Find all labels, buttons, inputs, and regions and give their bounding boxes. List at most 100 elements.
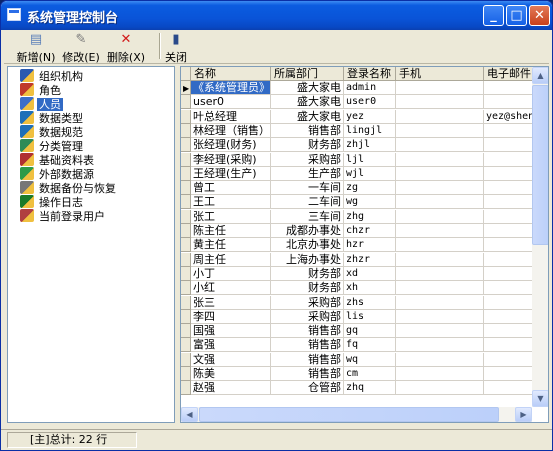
cell-login[interactable]: xd xyxy=(344,266,396,281)
cell-phone[interactable] xyxy=(396,252,484,267)
minimize-button[interactable]: _ xyxy=(483,5,504,26)
cell-phone[interactable] xyxy=(396,338,484,353)
cell-name[interactable]: 陈主任 xyxy=(191,224,271,238)
cell-dept[interactable]: 采购部 xyxy=(271,152,344,167)
cell-login[interactable]: gq xyxy=(344,324,396,339)
cell-phone[interactable] xyxy=(396,209,484,224)
delete-button[interactable]: ✕ 删除(X) xyxy=(106,32,146,65)
cell-phone[interactable] xyxy=(396,266,484,281)
cell-dept[interactable]: 销售部 xyxy=(271,324,344,339)
cell-phone[interactable] xyxy=(396,224,484,238)
cell-login[interactable]: wg xyxy=(344,195,396,210)
cell-name[interactable]: 陈美 xyxy=(191,367,271,381)
cell-login[interactable]: cm xyxy=(344,367,396,381)
cell-phone[interactable] xyxy=(396,95,484,110)
cell-login[interactable]: xh xyxy=(344,281,396,296)
tree-item-8[interactable]: 外部数据源 xyxy=(20,167,96,181)
cell-name[interactable]: 李四 xyxy=(191,309,271,324)
cell-name[interactable]: 富强 xyxy=(191,338,271,353)
cell-name[interactable]: 黄主任 xyxy=(191,238,271,253)
cell-dept[interactable]: 财务部 xyxy=(271,281,344,296)
cell-name[interactable]: 曾工 xyxy=(191,181,271,196)
cell-dept[interactable]: 上海办事处 xyxy=(271,252,344,267)
cell-dept[interactable]: 财务部 xyxy=(271,266,344,281)
cell-login[interactable]: zhzr xyxy=(344,252,396,267)
tree-item-6[interactable]: 分类管理 xyxy=(20,139,85,153)
cell-login[interactable]: wjl xyxy=(344,166,396,181)
navigation-tree[interactable]: 组织机构 角色 人员 数据类型 数据规范 分类管理 基础资料表 外部数据源 数据备份与恢复 操作日… xyxy=(7,66,175,423)
cell-name[interactable]: 国强 xyxy=(191,324,271,339)
cell-login[interactable]: lis xyxy=(344,309,396,324)
cell-name[interactable]: 林经理（销售） xyxy=(191,123,271,138)
cell-dept[interactable]: 三车间 xyxy=(271,209,344,224)
cell-name[interactable]: 王工 xyxy=(191,195,271,210)
cell-login[interactable]: admin xyxy=(344,81,396,95)
cell-name[interactable]: 李经理(采购) xyxy=(191,152,271,167)
cell-login[interactable]: zhjl xyxy=(344,138,396,153)
cell-phone[interactable] xyxy=(396,295,484,310)
cell-dept[interactable]: 采购部 xyxy=(271,309,344,324)
tree-item-11[interactable]: 当前登录用户 xyxy=(20,209,107,223)
tree-item-7[interactable]: 基础资料表 xyxy=(20,153,96,167)
cell-login[interactable]: zhg xyxy=(344,209,396,224)
close-button[interactable]: ▮ 关闭 xyxy=(162,32,190,65)
cell-dept[interactable]: 一车间 xyxy=(271,181,344,196)
cell-login[interactable]: yez xyxy=(344,109,396,124)
cell-dept[interactable]: 财务部 xyxy=(271,138,344,153)
cell-phone[interactable] xyxy=(396,309,484,324)
column-header[interactable]: 登录名称 xyxy=(344,67,396,81)
tree-item-10[interactable]: 操作日志 xyxy=(20,195,85,209)
column-header[interactable]: 名称 xyxy=(191,67,271,81)
column-header[interactable]: 所属部门 xyxy=(271,67,344,81)
cell-phone[interactable] xyxy=(396,109,484,124)
cell-phone[interactable] xyxy=(396,281,484,296)
cell-dept[interactable]: 北京办事处 xyxy=(271,238,344,253)
cell-dept[interactable]: 二车间 xyxy=(271,195,344,210)
cell-dept[interactable]: 盛大家电 xyxy=(271,109,344,124)
cell-login[interactable]: zg xyxy=(344,181,396,196)
cell-name[interactable]: 文强 xyxy=(191,352,271,367)
cell-dept[interactable]: 销售部 xyxy=(271,352,344,367)
horizontal-scroll-thumb[interactable] xyxy=(199,407,499,422)
cell-dept[interactable]: 仓管部 xyxy=(271,381,344,396)
cell-dept[interactable]: 成都办事处 xyxy=(271,224,344,238)
cell-phone[interactable] xyxy=(396,324,484,339)
cell-login[interactable]: wq xyxy=(344,352,396,367)
tree-item-4[interactable]: 数据类型 xyxy=(20,111,85,125)
cell-phone[interactable] xyxy=(396,166,484,181)
tree-item-3[interactable]: 人员 xyxy=(20,97,63,111)
cell-dept[interactable]: 盛大家电 xyxy=(271,95,344,110)
cell-phone[interactable] xyxy=(396,123,484,138)
vertical-scrollbar[interactable]: ▲ ▼ xyxy=(532,67,548,407)
horizontal-scrollbar[interactable]: ◀ ▶ xyxy=(181,407,532,422)
cell-name[interactable]: 张工 xyxy=(191,209,271,224)
cell-name[interactable]: 张经理(财务) xyxy=(191,138,271,153)
cell-phone[interactable] xyxy=(396,238,484,253)
cell-name[interactable]: 《系统管理员》 xyxy=(191,81,271,95)
vertical-scroll-thumb[interactable] xyxy=(532,85,548,245)
tree-item-1[interactable]: 组织机构 xyxy=(20,69,85,83)
cell-phone[interactable] xyxy=(396,195,484,210)
scroll-down-button[interactable]: ▼ xyxy=(532,390,548,407)
cell-name[interactable]: 小红 xyxy=(191,281,271,296)
cell-dept[interactable]: 销售部 xyxy=(271,123,344,138)
cell-login[interactable]: fq xyxy=(344,338,396,353)
maximize-button[interactable]: □ xyxy=(506,5,527,26)
cell-phone[interactable] xyxy=(396,138,484,153)
cell-login[interactable]: zhq xyxy=(344,381,396,396)
cell-login[interactable]: ljl xyxy=(344,152,396,167)
cell-dept[interactable]: 生产部 xyxy=(271,166,344,181)
cell-name[interactable]: 王经理(生产) xyxy=(191,166,271,181)
cell-dept[interactable]: 销售部 xyxy=(271,338,344,353)
cell-login[interactable]: lingjl xyxy=(344,123,396,138)
tree-item-2[interactable]: 角色 xyxy=(20,83,63,97)
cell-phone[interactable] xyxy=(396,381,484,396)
title-bar[interactable]: 系统管理控制台 _ □ ✕ xyxy=(1,1,552,30)
user-grid[interactable]: 电子邮件 手机 登录名称 所属部门 名称 ▶ 《系统管理员》 盛大家电 admin user0 盛… xyxy=(180,66,549,423)
cell-name[interactable]: 叶总经理 xyxy=(191,109,271,124)
add-button[interactable]: ▤ 新增(N) xyxy=(16,32,56,65)
tree-item-5[interactable]: 数据规范 xyxy=(20,125,85,139)
cell-login[interactable]: zhs xyxy=(344,295,396,310)
cell-login[interactable]: hzr xyxy=(344,238,396,253)
cell-name[interactable]: user0 xyxy=(191,95,271,110)
